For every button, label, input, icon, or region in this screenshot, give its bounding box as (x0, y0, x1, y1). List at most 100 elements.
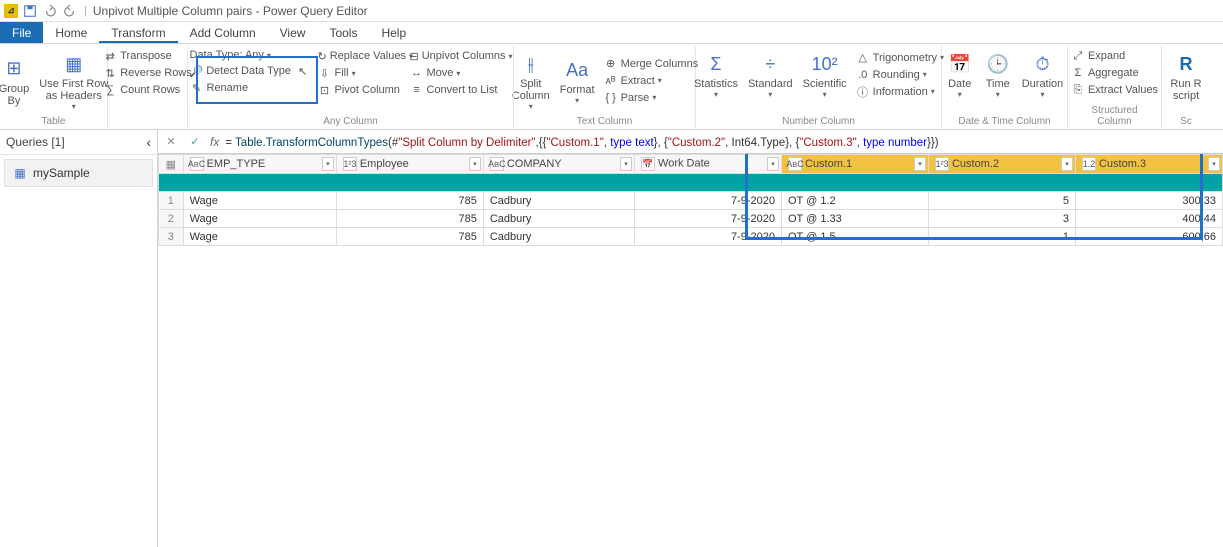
tab-transform[interactable]: Transform (99, 22, 177, 43)
extract-values-icon: ⎘ (1071, 83, 1085, 97)
time-button[interactable]: 🕒Time (980, 48, 1016, 101)
count-rows-button[interactable]: ∑Count Rows (100, 82, 195, 98)
extract-values-button[interactable]: ⎘Extract Values (1068, 82, 1161, 98)
tab-add-column[interactable]: Add Column (178, 22, 268, 43)
cell-emp-type[interactable]: Wage (183, 228, 336, 246)
scientific-button[interactable]: 10²Scientific (799, 48, 851, 101)
table-corner[interactable]: ▦ (159, 155, 184, 174)
cell-custom-1[interactable]: OT @ 1.5 (782, 228, 929, 246)
cell-company[interactable]: Cadbury (483, 210, 634, 228)
row-number[interactable]: 3 (159, 228, 184, 246)
cell-custom-3[interactable]: 600,66 (1075, 228, 1222, 246)
tab-help[interactable]: Help (369, 22, 418, 43)
rounding-icon: .0 (856, 68, 870, 82)
pivot-column-button[interactable]: ⊡Pivot Column (315, 82, 405, 98)
extract-button[interactable]: ᴀᴮExtract (601, 73, 702, 89)
col-custom-3[interactable]: 1.2Custom.3▾ (1075, 155, 1222, 174)
table-icon: ▦ (13, 166, 27, 180)
expand-button[interactable]: ⤢Expand (1068, 48, 1161, 64)
fill-icon: ⇩ (318, 66, 332, 80)
cell-custom-3[interactable]: 300,33 (1075, 192, 1222, 210)
replace-values-button[interactable]: ↻Replace Values (315, 48, 405, 64)
formula-text[interactable]: = Table.TransformColumnTypes(#"Split Col… (225, 135, 1219, 149)
undo-icon[interactable] (42, 3, 58, 19)
cell-company[interactable]: Cadbury (483, 228, 634, 246)
date-icon: 📅 (946, 50, 974, 78)
cell-custom-1[interactable]: OT @ 1.2 (782, 192, 929, 210)
col-filter-icon[interactable]: ▾ (1061, 157, 1073, 171)
col-filter-icon[interactable]: ▾ (914, 157, 926, 171)
cell-custom-2[interactable]: 1 (928, 228, 1075, 246)
col-emp-type[interactable]: ABCEMP_TYPE▾ (183, 155, 336, 174)
unpivot-columns-button[interactable]: ⊟Unpivot Columns (407, 48, 515, 64)
rename-button[interactable]: ✎Rename (187, 80, 313, 96)
formula-cancel-icon[interactable]: ✕ (162, 133, 180, 151)
cell-employee[interactable]: 785 (336, 192, 483, 210)
tab-view[interactable]: View (268, 22, 318, 43)
data-grid: ▦ ABCEMP_TYPE▾ 1²3Employee▾ ABCCOMPANY▾ … (158, 154, 1223, 246)
aggregate-button[interactable]: ΣAggregate (1068, 65, 1161, 81)
split-column-button[interactable]: ⫲Split Column (508, 48, 554, 113)
table-row[interactable]: 1 Wage 785 Cadbury 7-9-2020 OT @ 1.2 5 3… (159, 192, 1223, 210)
cell-work-date[interactable]: 7-9-2020 (635, 210, 782, 228)
queries-header: Queries [1] ‹ (0, 130, 157, 155)
cell-custom-2[interactable]: 3 (928, 210, 1075, 228)
fill-button[interactable]: ⇩Fill (315, 65, 405, 81)
date-button[interactable]: 📅Date (942, 48, 978, 101)
collapse-icon[interactable]: ‹ (146, 134, 151, 150)
col-work-date[interactable]: 📅Work Date▾ (635, 155, 782, 174)
col-company[interactable]: ABCCOMPANY▾ (483, 155, 634, 174)
statistics-button[interactable]: ΣStatistics (690, 48, 742, 101)
tab-file[interactable]: File (0, 22, 43, 43)
type-int-icon: 1²3 (343, 157, 357, 171)
information-button[interactable]: ⓘInformation (853, 84, 947, 100)
detect-data-type-button[interactable]: 🔎Detect Data Type↖ (187, 63, 313, 79)
tab-tools[interactable]: Tools (317, 22, 369, 43)
standard-button[interactable]: ÷Standard (744, 48, 797, 101)
cell-company[interactable]: Cadbury (483, 192, 634, 210)
merge-columns-button[interactable]: ⊕Merge Columns (601, 56, 702, 72)
move-button[interactable]: ↔Move (407, 65, 515, 81)
col-employee[interactable]: 1²3Employee▾ (336, 155, 483, 174)
cell-employee[interactable]: 785 (336, 210, 483, 228)
row-number[interactable]: 1 (159, 192, 184, 210)
group-by-button[interactable]: ⊞ Group By (0, 53, 33, 109)
col-custom-1[interactable]: ABCCustom.1▾ (782, 155, 929, 174)
queries-pane: Queries [1] ‹ ▦ mySample (0, 130, 158, 547)
cell-emp-type[interactable]: Wage (183, 210, 336, 228)
table-row[interactable]: 2 Wage 785 Cadbury 7-9-2020 OT @ 1.33 3 … (159, 210, 1223, 228)
col-filter-icon[interactable]: ▾ (322, 157, 334, 171)
formula-commit-icon[interactable]: ✓ (186, 133, 204, 151)
col-custom-2[interactable]: 1²3Custom.2▾ (928, 155, 1075, 174)
run-r-button[interactable]: RRun R script (1166, 48, 1205, 104)
data-type-button[interactable]: Data Type: Any (187, 48, 313, 62)
cell-employee[interactable]: 785 (336, 228, 483, 246)
format-button[interactable]: AaFormat (556, 54, 599, 107)
fx-icon[interactable]: fx (210, 135, 219, 149)
query-item[interactable]: ▦ mySample (4, 159, 153, 187)
col-filter-icon[interactable]: ▾ (469, 157, 481, 171)
rounding-button[interactable]: .0Rounding (853, 67, 947, 83)
row-number[interactable]: 2 (159, 210, 184, 228)
cell-work-date[interactable]: 7-9-2020 (635, 228, 782, 246)
cell-custom-2[interactable]: 5 (928, 192, 1075, 210)
reverse-rows-button[interactable]: ⇅Reverse Rows (100, 65, 195, 81)
convert-to-list-button[interactable]: ≡Convert to List (407, 82, 515, 98)
duration-button[interactable]: ⏱Duration (1018, 48, 1068, 101)
cell-emp-type[interactable]: Wage (183, 192, 336, 210)
save-icon[interactable] (22, 3, 38, 19)
transpose-button[interactable]: ⇄Transpose (100, 48, 195, 64)
col-filter-icon[interactable]: ▾ (1208, 157, 1220, 171)
redo-icon[interactable] (62, 3, 78, 19)
col-filter-icon[interactable]: ▾ (767, 157, 779, 171)
parse-button[interactable]: { }Parse (601, 90, 702, 106)
cell-custom-1[interactable]: OT @ 1.33 (782, 210, 929, 228)
cell-custom-3[interactable]: 400,44 (1075, 210, 1222, 228)
list-icon: ≡ (410, 83, 424, 97)
aggregate-icon: Σ (1071, 66, 1085, 80)
col-filter-icon[interactable]: ▾ (620, 157, 632, 171)
cell-work-date[interactable]: 7-9-2020 (635, 192, 782, 210)
tab-home[interactable]: Home (43, 22, 99, 43)
trigonometry-button[interactable]: △Trigonometry (853, 50, 947, 66)
table-row[interactable]: 3 Wage 785 Cadbury 7-9-2020 OT @ 1.5 1 6… (159, 228, 1223, 246)
